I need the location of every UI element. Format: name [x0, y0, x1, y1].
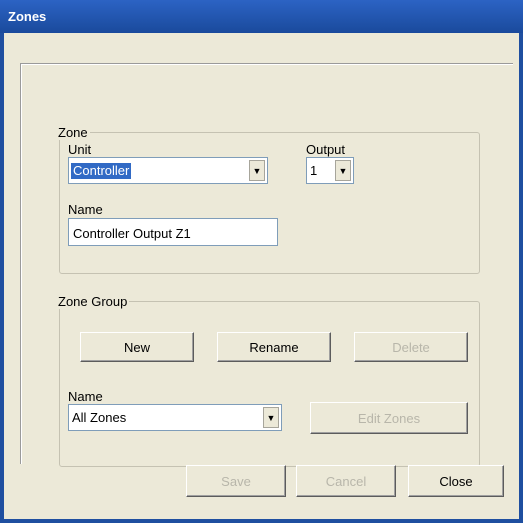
save-button-label: Save	[221, 473, 251, 489]
chevron-down-icon[interactable]: ▼	[335, 160, 351, 181]
chevron-down-icon[interactable]: ▼	[263, 407, 279, 428]
zone-group-groupbox: Zone Group New Rename Delete Name All Zo…	[56, 294, 480, 467]
output-dropdown[interactable]: 1 ▼	[306, 157, 354, 184]
main-panel: Zone Unit Controller ▼ Output 1 ▼ Name C…	[20, 63, 513, 467]
zone-group-label: Zone	[56, 125, 90, 140]
output-label: Output	[306, 142, 346, 157]
unit-label: Unit	[68, 142, 92, 157]
zones-window: Zones Zone Unit Controller ▼ Output 1 ▼ …	[0, 0, 523, 523]
title-bar[interactable]: Zones	[0, 0, 523, 33]
new-button-label: New	[123, 339, 150, 355]
close-button[interactable]: Close	[408, 465, 504, 497]
rename-zone-group-button[interactable]: Rename	[217, 332, 331, 362]
new-zone-group-button[interactable]: New	[80, 332, 194, 362]
zone-group-name-label: Name	[68, 389, 103, 404]
zone-name-value: Controller Output Z1	[73, 226, 191, 241]
save-button[interactable]: Save	[186, 465, 286, 497]
output-dropdown-value: 1	[310, 163, 318, 178]
cancel-button[interactable]: Cancel	[296, 465, 396, 497]
zone-group-group-label: Zone Group	[56, 294, 130, 309]
delete-button-label: Delete	[392, 339, 430, 355]
close-button-label: Close	[439, 473, 473, 489]
dialog-body: Zone Unit Controller ▼ Output 1 ▼ Name C…	[4, 33, 519, 519]
rename-button-label: Rename	[249, 339, 299, 355]
cancel-button-label: Cancel	[325, 473, 367, 489]
unit-dropdown[interactable]: Controller ▼	[68, 157, 268, 184]
edit-zones-button-label: Edit Zones	[357, 410, 421, 426]
edit-zones-button[interactable]: Edit Zones	[310, 402, 468, 434]
zone-name-field[interactable]: Controller Output Z1	[68, 218, 278, 246]
zone-groupbox: Zone Unit Controller ▼ Output 1 ▼ Name C…	[56, 125, 480, 274]
zone-group-name-value: All Zones	[72, 410, 127, 425]
zone-group-name-dropdown[interactable]: All Zones ▼	[68, 404, 282, 431]
unit-dropdown-value: Controller	[71, 163, 132, 179]
delete-zone-group-button[interactable]: Delete	[354, 332, 468, 362]
zone-name-label: Name	[68, 202, 103, 217]
window-title: Zones	[8, 9, 47, 24]
chevron-down-icon[interactable]: ▼	[249, 160, 265, 181]
